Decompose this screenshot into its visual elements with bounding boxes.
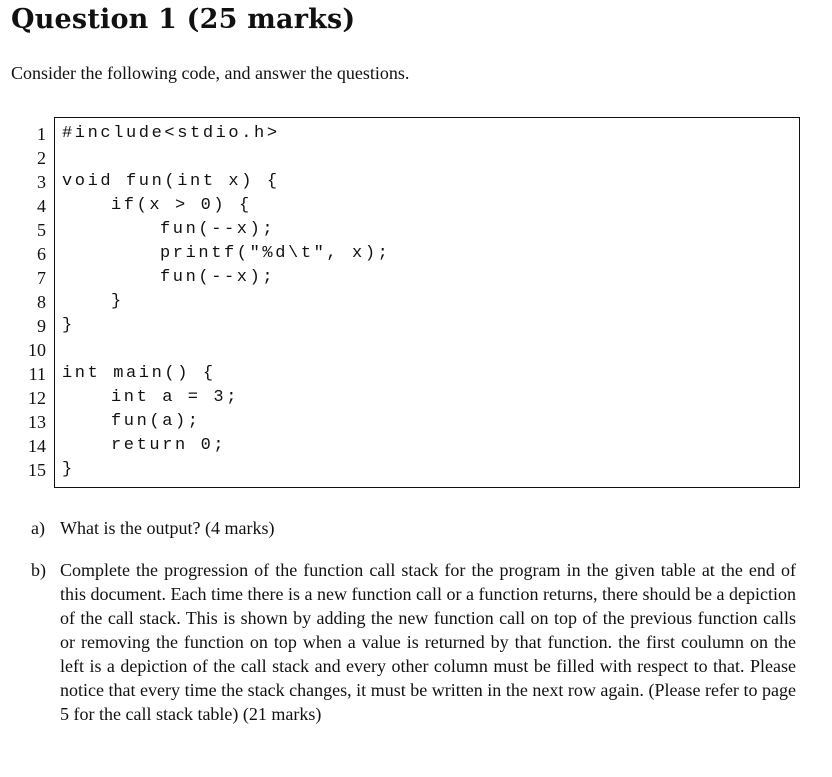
code-line: printf("%d\t", x);: [160, 244, 391, 263]
question-b-label: b): [31, 560, 46, 580]
code-line: fun(--x);: [160, 268, 276, 287]
line-number: 15: [28, 460, 46, 480]
line-number: 14: [28, 436, 46, 456]
line-number: 3: [37, 172, 46, 192]
question-b-text: Complete the progression of the function…: [60, 560, 796, 724]
question-intro: Consider the following code, and answer …: [11, 63, 410, 83]
line-number: 4: [37, 196, 46, 216]
code-line: return 0;: [111, 436, 227, 455]
line-number: 13: [28, 412, 46, 432]
line-number: 11: [28, 364, 46, 384]
code-line: }: [62, 460, 75, 479]
code-line: if(x > 0) {: [111, 196, 252, 215]
line-number: 1: [37, 124, 46, 144]
code-line: fun(a);: [111, 412, 201, 431]
code-line: }: [62, 316, 75, 335]
line-number: 9: [37, 316, 46, 336]
code-line: int a = 3;: [111, 388, 240, 407]
code-line: #include<stdio.h>: [62, 124, 280, 143]
question-title: Question 1 (25 marks): [11, 4, 356, 35]
line-number: 2: [37, 148, 46, 168]
code-line: }: [111, 292, 124, 311]
question-a-text: What is the output? (4 marks): [60, 518, 275, 538]
line-number: 8: [37, 292, 46, 312]
line-number: 7: [37, 268, 46, 288]
code-line: int main() {: [62, 364, 216, 383]
line-number: 6: [37, 244, 46, 264]
line-number: 5: [37, 220, 46, 240]
question-a-label: a): [31, 518, 45, 538]
code-line: fun(--x);: [160, 220, 276, 239]
line-number: 12: [28, 388, 46, 408]
line-number: 10: [28, 340, 46, 360]
code-line: void fun(int x) {: [62, 172, 280, 191]
